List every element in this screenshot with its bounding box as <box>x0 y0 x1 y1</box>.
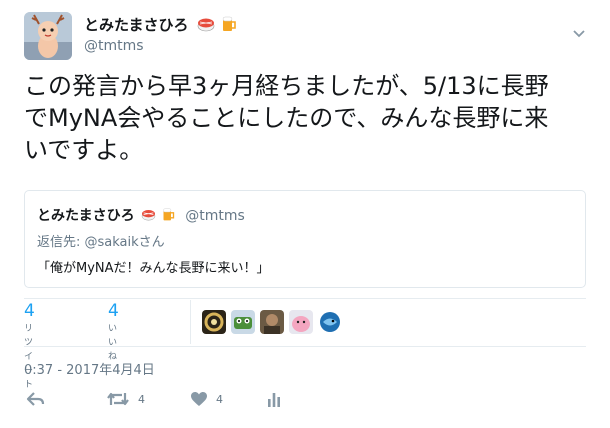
quoted-author-name: とみたまさひろ <box>37 208 135 224</box>
liker-avatar[interactable] <box>260 310 284 334</box>
beer-emoji <box>161 207 176 226</box>
quoted-tweet-text: 「俺がMyNAだ！みんな長野に来い！」 <box>37 261 270 276</box>
liker-avatar[interactable] <box>202 310 226 334</box>
sushi-emoji <box>141 208 156 225</box>
divider <box>24 298 586 299</box>
stats-separator <box>190 300 191 344</box>
author-name[interactable]: とみたまさひろ <box>84 16 189 34</box>
retweet-action-count: 4 <box>138 392 145 406</box>
beer-emoji <box>220 15 238 37</box>
tweet-text-line: この発言から早3ヶ月経ちましたが、5/13に長野 <box>24 72 549 100</box>
tweet-text-line: でMyNA会やることにしたので、みんな長野に来 <box>24 104 549 132</box>
quoted-author-handle: @tmtms <box>185 208 245 224</box>
reply-to-label: 返信先: @sakaikさん <box>37 235 165 250</box>
reply-button[interactable] <box>26 388 46 410</box>
retweet-label: リツイート <box>24 324 34 390</box>
quoted-author-row: とみたまさひろ @tmtms <box>37 205 245 226</box>
chevron-down-icon[interactable] <box>570 24 588 42</box>
retweet-count: 4 <box>24 301 35 321</box>
author-name-row[interactable]: とみたまさひろ <box>84 14 238 37</box>
author-avatar[interactable] <box>24 12 72 60</box>
analytics-button[interactable] <box>267 388 281 410</box>
heart-icon <box>190 391 208 407</box>
like-count-stat[interactable]: 4 いいね <box>108 300 119 364</box>
quoted-tweet-card[interactable]: とみたまさひろ @tmtms 返信先: @sakaikさん 「俺がMyNAだ！み… <box>24 190 586 288</box>
analytics-icon <box>267 391 281 407</box>
like-action-count: 4 <box>216 392 223 406</box>
like-label: いいね <box>108 324 118 362</box>
retweet-icon <box>106 390 130 408</box>
liker-avatar[interactable] <box>231 310 255 334</box>
like-count: 4 <box>108 301 119 321</box>
liker-avatar[interactable] <box>318 310 342 334</box>
author-handle[interactable]: @tmtms <box>84 38 144 54</box>
tweet-text: この発言から早3ヶ月経ちましたが、5/13に長野 でMyNA会やることにしたので… <box>24 70 594 166</box>
tweet-timestamp[interactable]: 0:37 - 2017年4月4日 <box>24 359 155 378</box>
reply-icon <box>26 390 46 408</box>
tweet-text-line: いですよ。 <box>24 136 144 164</box>
sushi-emoji <box>197 16 215 36</box>
liker-avatar[interactable] <box>289 310 313 334</box>
like-button[interactable]: 4 <box>190 388 223 410</box>
divider <box>24 346 586 347</box>
retweet-button[interactable]: 4 <box>106 388 145 410</box>
